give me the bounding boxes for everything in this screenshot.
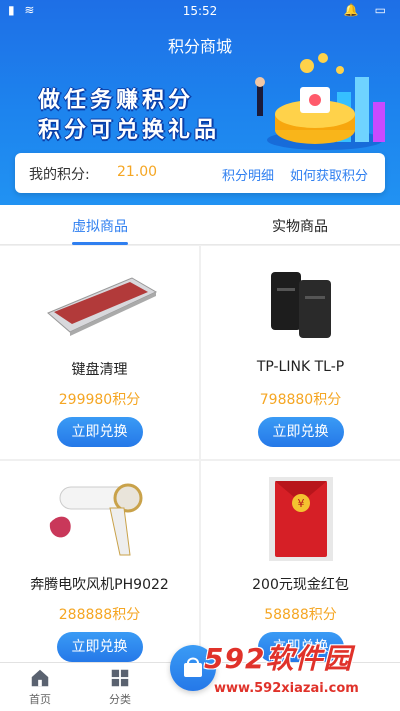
product-name: 200元现金红包: [252, 577, 349, 593]
redeem-button[interactable]: 立即兑换: [257, 417, 344, 447]
tab-virtual[interactable]: 虚拟商品: [40, 216, 160, 236]
nav-home[interactable]: 首页: [10, 667, 70, 707]
points-detail-link[interactable]: 积分明细: [222, 165, 274, 184]
product-price: 299980积分: [58, 392, 141, 408]
nav-category-label: 分类: [109, 693, 131, 706]
hero-banner: ▮ ≋ 15:52 🔔 ▭ 积分商城 做任务赚积分 积分可兑换礼品 我的积分: …: [0, 0, 400, 205]
product-name: 奔腾电吹风机PH9022: [30, 577, 169, 593]
tab-physical[interactable]: 实物商品: [240, 216, 360, 236]
product-name: TP-LINK TL-P: [256, 359, 345, 375]
grid-icon: [111, 669, 129, 687]
coins-illustration-icon: [255, 53, 385, 150]
product-price: 798880积分: [259, 392, 342, 408]
home-icon: [31, 669, 49, 687]
nav-category[interactable]: 分类: [90, 667, 150, 707]
watermark-brand: 592软件园: [204, 642, 353, 675]
product-card[interactable]: TP-LINK TL-P 798880积分 立即兑换: [201, 246, 400, 459]
watermark-url: www.592xiazai.com: [214, 681, 359, 696]
redeem-button[interactable]: 立即兑换: [56, 417, 143, 447]
points-value: 21.00: [117, 164, 158, 180]
status-bar: ▮ ≋ 15:52 🔔 ▭: [0, 0, 400, 22]
powerline-adapter-image-icon: [270, 272, 331, 338]
product-price: 288888积分: [58, 607, 141, 623]
how-to-earn-link[interactable]: 如何获取积分: [290, 165, 368, 184]
svg-text:¥: ¥: [297, 497, 304, 510]
product-price: 58888积分: [264, 607, 337, 623]
banner-slogan-line2: 积分可兑换礼品: [38, 118, 221, 143]
keyboard-image-icon: [46, 277, 157, 336]
product-card[interactable]: 键盘清理 299980积分 立即兑换: [0, 246, 199, 459]
status-time: 15:52: [182, 4, 218, 18]
watermark: 592软件园 www.592xiazai.com: [196, 633, 400, 711]
category-tabs: 虚拟商品 实物商品: [0, 205, 400, 245]
banner-slogan-line1: 做任务赚积分: [38, 88, 195, 113]
hair-dryer-image-icon: [49, 483, 142, 556]
nav-home-label: 首页: [29, 693, 51, 706]
redeem-button[interactable]: 立即兑换: [56, 632, 143, 662]
active-tab-indicator: [72, 242, 128, 245]
product-card[interactable]: 奔腾电吹风机PH9022 288888积分 立即兑换: [0, 461, 199, 674]
points-card: 我的积分: 21.00 积分明细 如何获取积分: [15, 153, 385, 193]
battery-icons: 🔔 ▭: [343, 3, 392, 17]
product-name: 键盘清理: [71, 362, 128, 378]
points-label: 我的积分:: [29, 167, 90, 183]
red-envelope-image-icon: ¥: [268, 477, 333, 561]
